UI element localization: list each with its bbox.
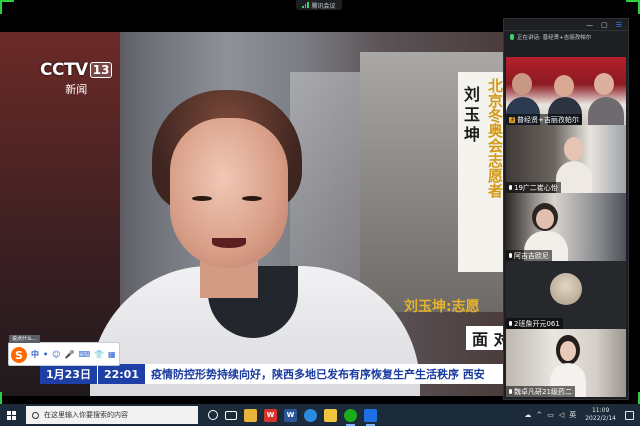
- participant-name: 2班詹开元061: [506, 318, 563, 329]
- ime-toolbar[interactable]: 说点什么... S 中 • ☺ 🎤 ⌨ 👕 ▦: [8, 335, 120, 366]
- ticker-text: 疫情防控形势持续向好，陕西多地已发布有序恢复生产生活秩序 西安: [150, 368, 485, 381]
- cctv-logo: CCTV 13 新闻: [40, 60, 113, 97]
- panel-header: — ▢ ☰: [504, 19, 628, 31]
- window-icon[interactable]: ▢: [601, 21, 608, 29]
- desktop-screen: 腾讯会议 CCTV 13 新闻 刘玉坤 北京冬奥会志愿者 刘玉坤:志愿 面 对 …: [0, 0, 640, 426]
- mic-icon: [509, 185, 512, 190]
- participant-name: 主 普经贤+吉丽孜帕尔: [506, 114, 582, 125]
- participant-panel: — ▢ ☰ 正在讲话: 普经贤+吉丽孜帕尔 主 普经贤+吉丽孜帕尔 19广二崔心…: [503, 18, 629, 400]
- participant-tile[interactable]: 2班詹开元061: [506, 261, 626, 329]
- lower-third-name: 刘玉坤:志愿: [404, 299, 480, 315]
- participant-name: 魏卓凡研21级药二: [506, 386, 575, 397]
- avatar: [550, 273, 582, 305]
- wps-icon[interactable]: W: [264, 408, 277, 422]
- signal-icon: [302, 2, 309, 8]
- speaking-indicator: 正在讲话: 普经贤+吉丽孜帕尔: [504, 31, 628, 43]
- speaking-mic-icon: [510, 34, 514, 40]
- vertical-name: 刘玉坤: [461, 86, 480, 146]
- participant-tile[interactable]: 魏卓凡研21级药二: [506, 329, 626, 397]
- notification-icon[interactable]: [625, 410, 634, 420]
- minimize-icon[interactable]: —: [586, 21, 593, 29]
- participant-tile[interactable]: 19广二崔心怡: [506, 125, 626, 193]
- cortana-icon[interactable]: [208, 410, 218, 420]
- word-icon[interactable]: W: [284, 408, 297, 422]
- voice-icon[interactable]: 🎤: [64, 350, 74, 359]
- tencent-meeting-icon[interactable]: [364, 408, 377, 426]
- interviewee: [90, 90, 420, 396]
- network-icon[interactable]: ▭: [547, 411, 554, 419]
- participant-tile[interactable]: 主 普经贤+吉丽孜帕尔: [506, 57, 626, 125]
- system-tray: ☁ ^ ▭ ◁ 英 11:09 2022/2/14: [524, 404, 634, 426]
- host-icon: 主: [509, 116, 515, 123]
- wechat-icon[interactable]: [344, 408, 357, 426]
- chevron-up-icon[interactable]: ^: [536, 411, 542, 419]
- ime-mode-toggle[interactable]: 中: [31, 349, 39, 360]
- mic-icon: [509, 253, 512, 258]
- mic-icon: [509, 389, 512, 394]
- news-ticker: 1月23日 22:01 疫情防控形势持续向好，陕西多地已发布有序恢复生产生活秩序…: [40, 364, 506, 384]
- keyboard-icon[interactable]: ⌨: [78, 350, 90, 359]
- ticker-time: 22:01: [96, 364, 145, 384]
- skin-icon[interactable]: 👕: [94, 350, 104, 359]
- meeting-indicator-label: 腾讯会议: [311, 2, 336, 10]
- emoji-icon[interactable]: ☺: [52, 350, 60, 359]
- vertical-name-panel: 刘玉坤 北京冬奥会志愿者: [458, 72, 506, 272]
- sogou-logo-icon[interactable]: S: [11, 347, 27, 363]
- taskbar: 在这里输入你要搜索的内容 W W ☁ ^ ▭ ◁ 英 11:09 2022/2/…: [0, 404, 640, 426]
- windows-logo-icon: [6, 410, 16, 420]
- meeting-indicator[interactable]: 腾讯会议: [296, 0, 342, 10]
- search-icon: [32, 411, 39, 419]
- folder-icon[interactable]: [324, 408, 337, 422]
- weather-icon[interactable]: ☁: [524, 411, 531, 419]
- ime-indicator-icon[interactable]: 英: [569, 410, 576, 420]
- taskbar-clock[interactable]: 11:09 2022/2/14: [585, 407, 616, 423]
- participant-name: 19广二崔心怡: [506, 182, 561, 193]
- lower-third-role: 面 对: [466, 326, 506, 350]
- ime-hint: 说点什么...: [9, 335, 40, 343]
- share-border-corner: [0, 0, 14, 14]
- volume-icon[interactable]: ◁: [559, 411, 564, 419]
- browser-icon[interactable]: [304, 408, 317, 422]
- ticker-date: 1月23日: [40, 364, 97, 384]
- start-button[interactable]: [0, 404, 22, 426]
- share-border-corner: [626, 0, 640, 14]
- file-explorer-icon[interactable]: [244, 408, 257, 422]
- participant-tile[interactable]: 阿吉吉欧尼: [506, 193, 626, 261]
- participant-name: 阿吉吉欧尼: [506, 250, 552, 261]
- task-view-icon[interactable]: [225, 410, 237, 420]
- toolbox-icon[interactable]: ▦: [108, 350, 116, 359]
- search-placeholder: 在这里输入你要搜索的内容: [44, 411, 128, 419]
- list-view-icon[interactable]: ☰: [616, 21, 622, 29]
- taskbar-search[interactable]: 在这里输入你要搜索的内容: [26, 406, 198, 424]
- mic-icon: [509, 321, 512, 326]
- punctuation-icon[interactable]: •: [43, 350, 48, 359]
